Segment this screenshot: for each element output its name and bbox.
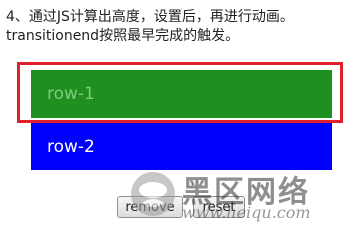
- row-2-label: row-2: [47, 136, 95, 157]
- remove-button[interactable]: remove: [117, 196, 183, 218]
- reset-button[interactable]: reset: [193, 196, 245, 218]
- row-2-block: row-2: [31, 123, 332, 170]
- instruction-line-1: 4、通过JS计算出高度，设置后，再进行动画。: [6, 9, 294, 25]
- row-1-label: row-1: [47, 84, 95, 104]
- demo-page: 4、通过JS计算出高度，设置后，再进行动画。 transitionend按照最早…: [0, 0, 360, 229]
- row-1-block: row-1: [31, 70, 332, 118]
- instruction-line-2: transitionend按照最早完成的触发。: [6, 28, 240, 44]
- instruction-text: 4、通过JS计算出高度，设置后，再进行动画。 transitionend按照最早…: [6, 8, 356, 46]
